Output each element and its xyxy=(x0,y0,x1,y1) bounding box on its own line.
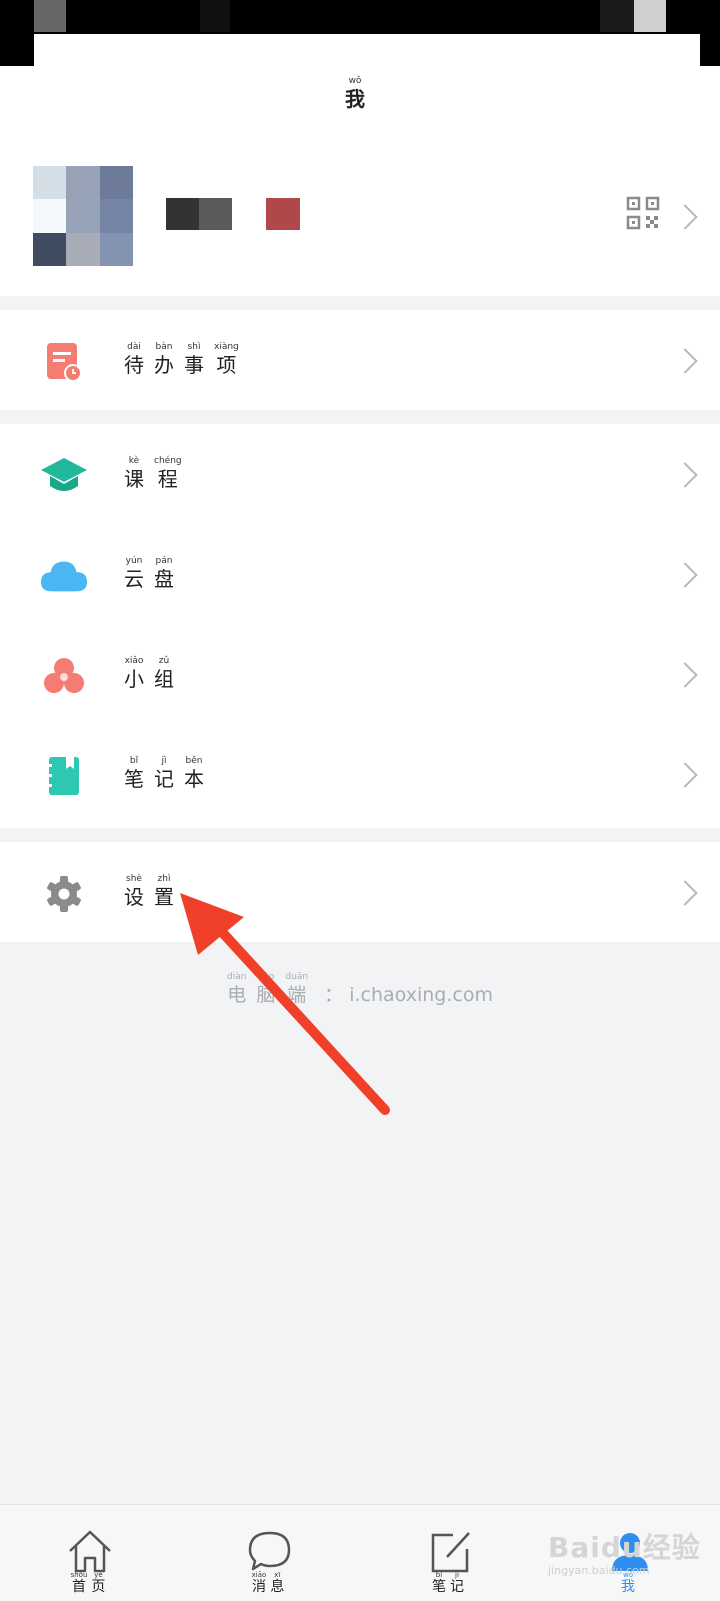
chat-bubble-icon xyxy=(248,1531,291,1571)
pc-address-note: diàn 电 nǎo 脑 duān 端 ： i.chaoxing.com xyxy=(0,972,720,1007)
label-char: chéng 程 xyxy=(154,456,182,491)
menu-item-cloud-drive[interactable]: yún 云 pán 盘 xyxy=(0,524,720,624)
tab-label-notes: bǐ 笔 jì 记 xyxy=(390,1571,510,1595)
label-char: yè 页 xyxy=(91,1571,106,1595)
label-char: kè 课 xyxy=(124,456,144,491)
avatar-pixel xyxy=(66,166,100,200)
label-char: duān 端 xyxy=(285,972,309,1006)
home-icon xyxy=(69,1530,111,1573)
label-char: bǐ 笔 xyxy=(432,1571,446,1595)
label-char: nǎo 脑 xyxy=(256,972,276,1006)
chevron-right-icon xyxy=(672,880,698,906)
label-char: yún 云 xyxy=(124,556,144,591)
chevron-right-icon xyxy=(672,462,698,488)
label-char: shè 设 xyxy=(124,874,144,909)
label-char: shǒu 首 xyxy=(70,1571,88,1595)
name-pixel xyxy=(199,198,232,230)
menu-label-notebook: bǐ 笔 jì 记 běn 本 xyxy=(124,756,214,791)
label-char: xiàng 项 xyxy=(214,342,239,377)
label-char: shì 事 xyxy=(184,342,204,377)
menu-item-settings[interactable]: shè 设 zhì 置 xyxy=(0,842,720,942)
pc-url[interactable]: i.chaoxing.com xyxy=(349,984,493,1006)
page-title: wǒ 我 xyxy=(345,76,365,111)
label-char: jì 记 xyxy=(154,756,174,791)
label-char: jì 记 xyxy=(450,1571,464,1595)
user-name-pixelated xyxy=(166,198,301,230)
qr-code-icon[interactable] xyxy=(626,196,660,230)
avatar-pixel xyxy=(33,166,67,200)
tab-notes[interactable]: bǐ 笔 jì 记 xyxy=(390,1505,510,1601)
avatar[interactable] xyxy=(33,166,133,266)
menu-label-cloud-drive: yún 云 pán 盘 xyxy=(124,556,184,591)
edit-note-icon xyxy=(431,1532,470,1573)
pc-separator: ： xyxy=(324,984,344,1006)
chevron-right-icon xyxy=(672,348,698,374)
status-bar xyxy=(0,0,720,66)
menu-label-settings: shè 设 zhì 置 xyxy=(124,874,184,909)
todo-document-icon xyxy=(40,340,88,384)
label-char: bǐ 笔 xyxy=(124,756,144,791)
menu-label-todo: dài 待 bàn 办 shì 事 xiàng 项 xyxy=(124,342,249,377)
label-char: pán 盘 xyxy=(154,556,174,591)
chevron-right-icon xyxy=(672,204,698,230)
name-pixel xyxy=(166,198,199,230)
chevron-right-icon xyxy=(672,762,698,788)
baidu-watermark: Baidu经验 jingyan.baidu.com xyxy=(548,1531,701,1577)
avatar-pixel xyxy=(99,232,133,266)
pc-label: diàn 电 nǎo 脑 duān 端 xyxy=(227,972,318,1007)
avatar-pixel xyxy=(33,199,67,233)
label-char: diàn 电 xyxy=(227,972,247,1006)
menu-item-group[interactable]: xiǎo 小 zǔ 组 xyxy=(0,624,720,724)
graduation-cap-icon xyxy=(40,454,88,498)
todo-card: dài 待 bàn 办 shì 事 xiàng 项 xyxy=(0,310,720,410)
label-char: zǔ 组 xyxy=(154,656,174,691)
label-char: bàn 办 xyxy=(154,342,174,377)
menu-item-todo[interactable]: dài 待 bàn 办 shì 事 xiàng 项 xyxy=(0,310,720,410)
label-char: běn 本 xyxy=(184,756,204,791)
cloud-icon xyxy=(40,554,88,598)
menu-item-course[interactable]: kè 课 chéng 程 xyxy=(0,424,720,524)
chevron-right-icon xyxy=(672,662,698,688)
chevron-right-icon xyxy=(672,562,698,588)
menu-item-notebook[interactable]: bǐ 笔 jì 记 běn 本 xyxy=(0,724,720,824)
avatar-pixel xyxy=(99,166,133,200)
label-char: dài 待 xyxy=(124,342,144,377)
label-char: zhì 置 xyxy=(154,874,174,909)
tab-label-home: shǒu 首 yè 页 xyxy=(30,1571,150,1595)
label-char: xī 息 xyxy=(270,1571,285,1595)
menu-label-course: kè 课 chéng 程 xyxy=(124,456,192,491)
avatar-pixel xyxy=(33,232,67,266)
tab-label-messages: xiāo 消 xī 息 xyxy=(210,1571,330,1595)
avatar-pixel xyxy=(66,232,100,266)
avatar-pixel xyxy=(99,199,133,233)
label-char: xiāo 消 xyxy=(251,1571,267,1595)
settings-card: shè 设 zhì 置 xyxy=(0,842,720,942)
menu-label-group: xiǎo 小 zǔ 组 xyxy=(124,656,184,691)
label-char: xiǎo 小 xyxy=(124,656,144,691)
notebook-icon xyxy=(40,754,88,798)
gear-icon xyxy=(40,872,88,916)
main-menu-card: kè 课 chéng 程 yún 云 pán 盘 xiǎo 小 zǔ 组 bǐ … xyxy=(0,424,720,828)
tab-messages[interactable]: xiāo 消 xī 息 xyxy=(210,1505,330,1601)
avatar-pixel xyxy=(66,199,100,233)
profile-card[interactable] xyxy=(0,134,720,296)
name-pixel xyxy=(266,198,300,230)
tab-home[interactable]: shǒu 首 yè 页 xyxy=(30,1505,150,1601)
group-circles-icon xyxy=(40,654,88,698)
page-header: wǒ 我 xyxy=(0,66,720,134)
